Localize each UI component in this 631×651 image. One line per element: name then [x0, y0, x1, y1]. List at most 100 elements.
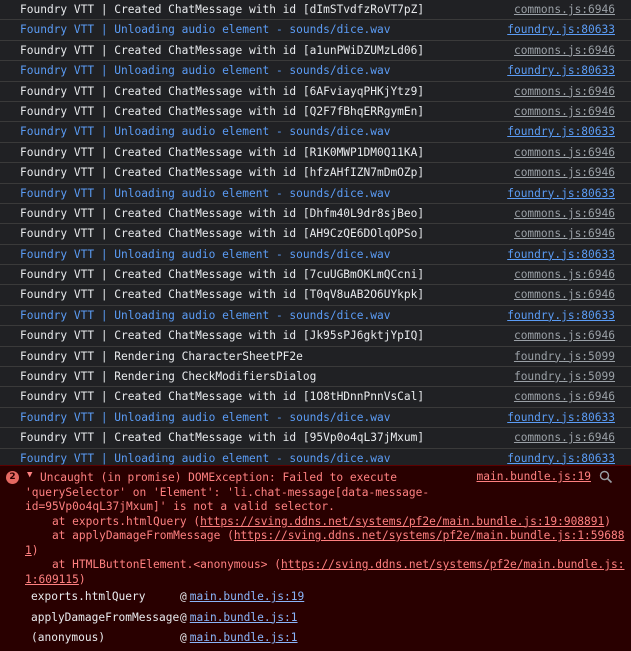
console-message: Foundry VTT | Rendering CharacterSheetPF…	[20, 349, 303, 363]
expand-triangle-icon[interactable]: ▼	[27, 470, 32, 480]
console-log-list: Foundry VTT | Created ChatMessage with i…	[0, 0, 631, 469]
stack-trace-suffix: )	[31, 543, 39, 557]
console-source-link[interactable]: commons.js:6946	[514, 265, 615, 284]
call-stack-at: @	[180, 631, 187, 644]
console-source-link[interactable]: commons.js:6946	[514, 143, 615, 162]
console-source-link[interactable]: commons.js:6946	[514, 428, 615, 447]
call-stack-row: applyDamageFromMessage@ main.bundle.js:1	[31, 608, 298, 628]
console-log-row: Foundry VTT | Created ChatMessage with i…	[0, 163, 631, 184]
stack-trace-prefix: at HTMLButtonElement.<anonymous> (	[25, 558, 281, 571]
console-message: Foundry VTT | Created ChatMessage with i…	[20, 329, 425, 343]
stack-trace-line: 1)	[25, 544, 39, 558]
console-log-row: Foundry VTT | Rendering CheckModifiersDi…	[0, 367, 631, 388]
console-log-row: Foundry VTT | Created ChatMessage with i…	[0, 387, 631, 408]
console-source-link[interactable]: commons.js:6946	[514, 224, 615, 243]
console-source-link[interactable]: foundry.js:5099	[514, 367, 615, 386]
console-source-link[interactable]: commons.js:6946	[514, 102, 615, 121]
console-source-link[interactable]: commons.js:6946	[514, 326, 615, 345]
console-source-link[interactable]: commons.js:6946	[514, 204, 615, 223]
call-stack-location-link[interactable]: main.bundle.js:1	[190, 631, 298, 644]
stack-trace-prefix: at exports.htmlQuery (	[25, 514, 201, 528]
console-source-link[interactable]: commons.js:6946	[514, 82, 615, 101]
console-message: Foundry VTT | Created ChatMessage with i…	[20, 390, 425, 404]
console-log-row: Foundry VTT | Created ChatMessage with i…	[0, 285, 631, 306]
console-message: Foundry VTT | Rendering CheckModifiersDi…	[20, 370, 317, 384]
call-stack-location-link[interactable]: main.bundle.js:19	[190, 590, 305, 603]
console-source-link[interactable]: commons.js:6946	[514, 41, 615, 60]
stack-trace-line: at HTMLButtonElement.<anonymous> (https:…	[25, 558, 625, 572]
call-stack-function: applyDamageFromMessage	[31, 610, 180, 624]
console-message: Foundry VTT | Created ChatMessage with i…	[20, 227, 425, 241]
console-log-row: Foundry VTT | Rendering CharacterSheetPF…	[0, 347, 631, 368]
console-source-link[interactable]: foundry.js:80633	[507, 245, 615, 264]
console-log-row: Foundry VTT | Created ChatMessage with i…	[0, 41, 631, 62]
call-stack-function: (anonymous)	[31, 631, 106, 644]
console-info-row: Foundry VTT | Unloading audio element - …	[0, 20, 631, 41]
console-source-link[interactable]: commons.js:6946	[514, 387, 615, 406]
console-source-link[interactable]: foundry.js:80633	[507, 408, 615, 427]
stack-trace-suffix: )	[604, 514, 612, 528]
call-stack-function: exports.htmlQuery	[31, 590, 146, 603]
search-icon[interactable]	[599, 470, 613, 484]
console-message: Foundry VTT | Created ChatMessage with i…	[20, 288, 425, 302]
stack-trace-link[interactable]: 1:609115	[25, 573, 79, 586]
console-log-row: Foundry VTT | Created ChatMessage with i…	[0, 82, 631, 102]
console-message: Foundry VTT | Created ChatMessage with i…	[20, 84, 425, 98]
console-info-row: Foundry VTT | Unloading audio element - …	[0, 306, 631, 327]
console-message: Foundry VTT | Created ChatMessage with i…	[20, 431, 425, 445]
console-log-row: Foundry VTT | Created ChatMessage with i…	[0, 265, 631, 286]
error-message: 2 ▼ Uncaught (in promise) DOMException: …	[0, 465, 631, 651]
stack-trace-link[interactable]: https://sving.ddns.net/systems/pf2e/main…	[281, 558, 625, 571]
console-message: Foundry VTT | Created ChatMessage with i…	[20, 206, 425, 220]
console-message: Foundry VTT | Unloading audio element - …	[20, 64, 391, 78]
console-message: Foundry VTT | Unloading audio element - …	[20, 410, 391, 424]
call-stack-location-link[interactable]: main.bundle.js:1	[190, 611, 298, 624]
console-source-link[interactable]: foundry.js:80633	[507, 61, 615, 80]
stack-trace-line: 1:609115)	[25, 573, 86, 587]
console-message: Foundry VTT | Unloading audio element - …	[20, 186, 391, 200]
console-log-row: Foundry VTT | Created ChatMessage with i…	[0, 102, 631, 123]
console-log-row: Foundry VTT | Created ChatMessage with i…	[0, 428, 631, 449]
console-source-link[interactable]: foundry.js:80633	[507, 184, 615, 203]
stack-trace-link[interactable]: https://sving.ddns.net/systems/pf2e/main…	[200, 515, 604, 528]
console-log-row: Foundry VTT | Created ChatMessage with i…	[0, 224, 631, 245]
error-text-line-3: id=95Vp0o4qL37jMxum]' is not a valid sel…	[25, 500, 335, 513]
console-info-row: Foundry VTT | Unloading audio element - …	[0, 61, 631, 82]
console-source-link[interactable]: foundry.js:5099	[514, 347, 615, 366]
console-message: Foundry VTT | Created ChatMessage with i…	[20, 268, 425, 282]
console-source-link[interactable]: foundry.js:80633	[507, 306, 615, 325]
error-count-badge: 2	[6, 471, 19, 484]
console-info-row: Foundry VTT | Unloading audio element - …	[0, 245, 631, 266]
console-source-link[interactable]: commons.js:6946	[514, 0, 615, 19]
console-source-link[interactable]: commons.js:6946	[514, 285, 615, 304]
console-info-row: Foundry VTT | Unloading audio element - …	[0, 408, 631, 429]
console-message: Foundry VTT | Created ChatMessage with i…	[20, 104, 425, 118]
console-log-row: Foundry VTT | Created ChatMessage with i…	[0, 204, 631, 225]
call-stack-at: @	[180, 610, 187, 624]
stack-trace-link[interactable]: 1	[25, 544, 32, 557]
console-message: Foundry VTT | Created ChatMessage with i…	[20, 3, 425, 16]
console-source-link[interactable]: commons.js:6946	[514, 163, 615, 182]
console-message: Foundry VTT | Created ChatMessage with i…	[20, 145, 425, 159]
stack-trace-suffix: )	[78, 572, 86, 586]
error-text-line-1: Uncaught (in promise) DOMException: Fail…	[40, 471, 397, 484]
error-text-line-2: 'querySelector' on 'Element': 'li.chat-m…	[25, 485, 430, 499]
console-log-row: Foundry VTT | Created ChatMessage with i…	[0, 326, 631, 347]
console-source-link[interactable]: foundry.js:80633	[507, 122, 615, 141]
console-info-row: Foundry VTT | Unloading audio element - …	[0, 184, 631, 204]
stack-trace-link[interactable]: https://sving.ddns.net/systems/pf2e/main…	[234, 529, 625, 542]
stack-trace-prefix: at applyDamageFromMessage (	[25, 529, 234, 542]
console-info-row: Foundry VTT | Unloading audio element - …	[0, 122, 631, 143]
console-message: Foundry VTT | Created ChatMessage with i…	[20, 166, 425, 180]
console-log-row: Foundry VTT | Created ChatMessage with i…	[0, 0, 631, 21]
console-log-row: Foundry VTT | Created ChatMessage with i…	[0, 143, 631, 164]
stack-trace-line: at applyDamageFromMessage (https://sving…	[25, 529, 625, 543]
stack-trace-line: at exports.htmlQuery (https://sving.ddns…	[25, 515, 611, 529]
console-message: Foundry VTT | Unloading audio element - …	[20, 125, 391, 139]
call-stack-row: (anonymous) @ main.bundle.js:1	[31, 628, 298, 648]
error-source-link[interactable]: main.bundle.js:19	[476, 468, 591, 486]
console-source-link[interactable]: foundry.js:80633	[507, 20, 615, 39]
call-stack-row: exports.htmlQuery @ main.bundle.js:19	[31, 587, 304, 607]
console-message: Foundry VTT | Unloading audio element - …	[20, 23, 391, 37]
call-stack-at: @	[180, 590, 187, 603]
